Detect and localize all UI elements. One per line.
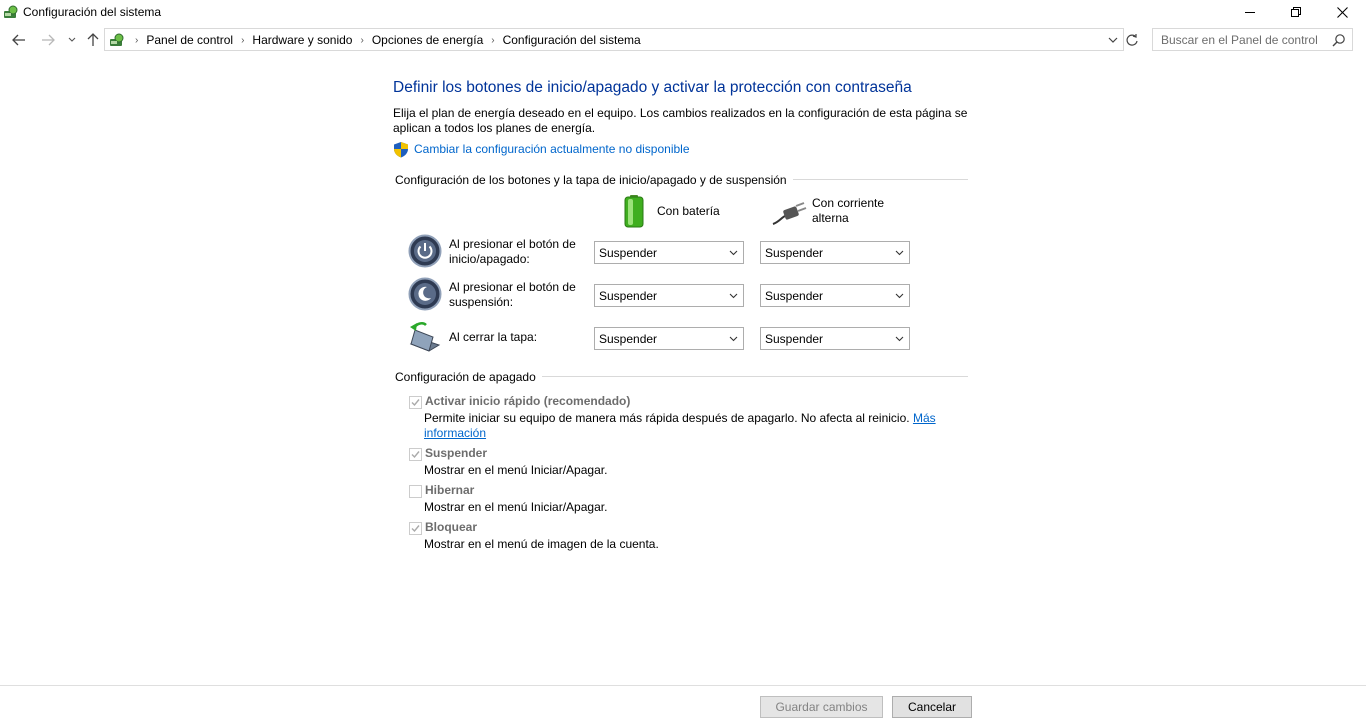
chevron-down-icon — [895, 336, 904, 342]
up-button[interactable] — [85, 32, 101, 48]
select-value: Suspender — [765, 332, 824, 346]
save-changes-button[interactable]: Guardar cambios — [760, 696, 883, 718]
arrow-right-icon — [42, 34, 55, 46]
chevron-down-icon — [1108, 37, 1118, 43]
breadcrumb-hardware-y-sonido[interactable]: Hardware y sonido — [246, 33, 358, 47]
forward-button[interactable] — [40, 32, 56, 48]
footer-divider — [0, 685, 1366, 686]
power-button-battery-select[interactable]: Suspender — [594, 241, 744, 264]
search-icon[interactable] — [1332, 33, 1346, 47]
sleep-option-description: Mostrar en el menú Iniciar/Apagar. — [424, 463, 608, 477]
ac-column-header: Con corriente alterna — [771, 194, 892, 228]
checkmark-icon — [411, 451, 420, 459]
chevron-down-icon — [895, 250, 904, 256]
lock-option-description: Mostrar en el menú de imagen de la cuent… — [424, 537, 659, 551]
buttons-section-title: Configuración de los botones y la tapa d… — [395, 173, 793, 187]
fast-startup-description: Permite iniciar su equipo de manera más … — [424, 411, 964, 441]
select-value: Suspender — [599, 332, 658, 346]
breadcrumb-opciones-de-energia[interactable]: Opciones de energía — [366, 33, 489, 47]
control-panel-icon — [3, 4, 19, 20]
battery-column-header: Con batería — [621, 194, 720, 228]
close-button[interactable] — [1319, 0, 1365, 24]
chevron-down-icon — [729, 293, 738, 299]
arrow-left-icon — [12, 34, 25, 46]
restore-button[interactable] — [1273, 0, 1319, 24]
fast-startup-label: Activar inicio rápido (recomendado) — [425, 394, 631, 408]
lid-close-label: Al cerrar la tapa: — [449, 330, 538, 344]
chevron-right-icon[interactable]: › — [133, 35, 140, 46]
minimize-icon — [1245, 12, 1255, 13]
checkmark-icon — [411, 525, 420, 533]
control-panel-icon — [109, 32, 125, 48]
select-value: Suspender — [599, 246, 658, 260]
chevron-down-icon — [729, 336, 738, 342]
search-box — [1152, 28, 1353, 51]
breadcrumb-configuracion-del-sistema[interactable]: Configuración del sistema — [497, 33, 647, 47]
battery-column-label: Con batería — [657, 203, 720, 218]
search-input[interactable] — [1153, 29, 1328, 50]
fast-startup-description-text: Permite iniciar su equipo de manera más … — [424, 411, 910, 425]
power-button-label: Al presionar el botón de inicio/apagado: — [449, 237, 576, 266]
shutdown-section-title: Configuración de apagado — [395, 370, 542, 384]
back-button[interactable] — [11, 32, 27, 48]
change-unavailable-settings-link[interactable]: Cambiar la configuración actualmente no … — [414, 142, 690, 156]
ac-column-label: Con corriente alterna — [812, 196, 885, 225]
battery-icon — [621, 194, 647, 228]
title-bar: Configuración del sistema — [0, 0, 1366, 24]
chevron-down-icon — [729, 250, 738, 256]
restore-icon — [1291, 7, 1301, 17]
chevron-right-icon[interactable]: › — [358, 35, 365, 46]
laptop-lid-icon — [407, 320, 441, 354]
page-title: Definir los botones de inicio/apagado y … — [393, 79, 912, 96]
sleep-option-checkbox[interactable] — [409, 448, 422, 461]
minimize-button[interactable] — [1227, 0, 1273, 24]
refresh-button[interactable] — [1125, 32, 1139, 48]
select-value: Suspender — [599, 289, 658, 303]
page-description: Elija el plan de energía deseado en el e… — [393, 106, 968, 135]
chevron-down-icon — [68, 37, 76, 42]
sleep-button-label: Al presionar el botón de suspensión: — [449, 280, 576, 309]
window-title: Configuración del sistema — [23, 5, 162, 19]
sleep-button-battery-select[interactable]: Suspender — [594, 284, 744, 307]
select-value: Suspender — [765, 289, 824, 303]
arrow-up-icon — [87, 33, 99, 46]
breadcrumb: › Panel de control › Hardware y sonido ›… — [133, 33, 647, 47]
power-plug-icon — [771, 194, 807, 228]
refresh-icon — [1126, 34, 1138, 46]
address-bar[interactable]: › Panel de control › Hardware y sonido ›… — [104, 28, 1124, 51]
lid-close-ac-select[interactable]: Suspender — [760, 327, 910, 350]
recent-locations-button[interactable] — [64, 32, 80, 48]
cancel-button[interactable]: Cancelar — [892, 696, 972, 718]
hibernate-option-checkbox[interactable] — [409, 485, 422, 498]
lock-option-label: Bloquear — [425, 520, 478, 534]
chevron-right-icon[interactable]: › — [239, 35, 246, 46]
breadcrumb-panel-de-control[interactable]: Panel de control — [140, 33, 239, 47]
address-dropdown-button[interactable] — [1107, 33, 1119, 47]
uac-shield-icon — [393, 141, 409, 158]
chevron-down-icon — [895, 293, 904, 299]
power-button-icon — [408, 234, 442, 268]
sleep-button-ac-select[interactable]: Suspender — [760, 284, 910, 307]
checkmark-icon — [411, 399, 420, 407]
chevron-right-icon[interactable]: › — [489, 35, 496, 46]
sleep-button-icon — [408, 277, 442, 311]
lid-close-battery-select[interactable]: Suspender — [594, 327, 744, 350]
fast-startup-checkbox[interactable] — [409, 396, 422, 409]
hibernate-option-label: Hibernar — [425, 483, 475, 497]
select-value: Suspender — [765, 246, 824, 260]
hibernate-option-description: Mostrar en el menú Iniciar/Apagar. — [424, 500, 608, 514]
sleep-option-label: Suspender — [425, 446, 488, 460]
lock-option-checkbox[interactable] — [409, 522, 422, 535]
close-icon — [1336, 6, 1348, 18]
power-button-ac-select[interactable]: Suspender — [760, 241, 910, 264]
